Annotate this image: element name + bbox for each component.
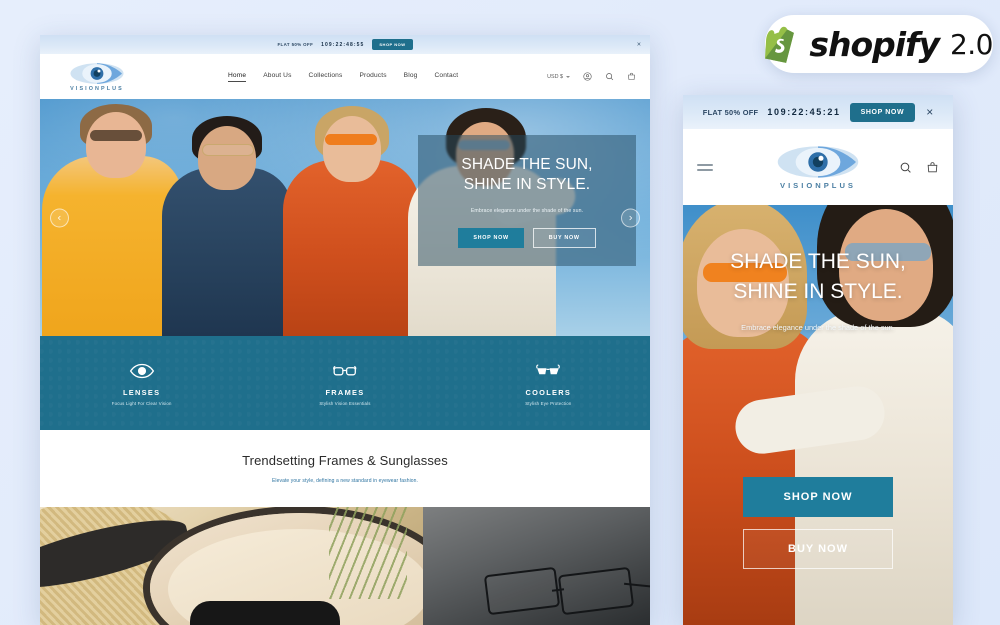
site-header: VISIONPLUS Home About Us Collections Pro… [40,54,650,99]
mobile-preview: FLAT 50% OFF 109:22:45:21 SHOP NOW × VIS… [683,95,953,625]
feature-item-lenses[interactable]: LENSES Focus Light For Clear Vision [40,361,243,406]
hero-person [42,104,182,336]
header-actions: USD $ [547,72,636,81]
mobile-hero-content: SHADE THE SUN, SHINE IN STYLE. Embrace e… [683,247,953,332]
hero-heading-line-1: SHADE THE SUN, [461,156,593,173]
cart-icon[interactable] [926,161,939,174]
mobile-hero-heading: SHADE THE SUN, SHINE IN STYLE. [697,247,939,307]
mobile-hero-cta-group: SHOP NOW BUY NOW [683,477,953,569]
hamburger-menu-icon[interactable] [697,163,713,171]
close-icon[interactable]: × [637,41,641,48]
nav-item-products[interactable]: Products [359,72,386,82]
mobile-logo[interactable]: VISIONPLUS [777,144,859,190]
product-image-sunglasses-case[interactable] [40,507,423,625]
hero-buy-now-button[interactable]: BUY NOW [532,227,596,248]
sunglasses-icon [536,363,561,374]
section-heading: Trendsetting Frames & Sunglasses [242,453,448,468]
hero-banner: SHADE THE SUN, SHINE IN STYLE. Embrace e… [40,99,650,336]
cart-icon[interactable] [627,72,636,81]
mobile-shop-now-button[interactable]: SHOP NOW [849,102,916,122]
nav-item-blog[interactable]: Blog [404,72,418,82]
mobile-header: VISIONPLUS [683,129,953,205]
mobile-hero-subtitle: Embrace elegance under the shade of the … [741,322,895,332]
section-subtitle: Elevate your style, defining a new stand… [271,478,419,484]
mobile-logo-text: VISIONPLUS [780,181,856,190]
eye-icon [777,146,859,178]
shopify-badge: shopify 2.0 [765,15,994,73]
mobile-hero-heading-line-1: SHADE THE SUN, [730,250,906,273]
mobile-header-actions [899,161,939,174]
search-icon[interactable] [605,72,614,81]
feature-item-frames[interactable]: FRAMES Stylish Vision Essentials [243,361,446,406]
hero-person [283,106,419,336]
hero-cta-group: SHOP NOW BUY NOW [434,227,620,248]
account-icon[interactable] [583,72,592,81]
mobile-hero-banner: SHADE THE SUN, SHINE IN STYLE. Embrace e… [683,205,953,625]
eye-icon [129,363,154,378]
arrow-left-icon [57,215,61,220]
close-icon[interactable]: × [926,106,933,118]
feature-description: Stylish Eye Protection [525,400,572,406]
mobile-announcement-text: FLAT 50% OFF [702,107,759,117]
eye-icon [70,62,124,84]
announcement-content: FLAT 50% OFF 109:22:48:55 SHOP NOW [277,39,413,50]
feature-item-coolers[interactable]: COOLERS Stylish Eye Protection [447,361,650,406]
nav-item-contact[interactable]: Contact [434,72,458,82]
mobile-countdown-timer: 109:22:45:21 [767,107,841,117]
hero-person [162,116,292,336]
shopify-bag-icon [765,26,794,63]
nav-item-collections[interactable]: Collections [309,72,343,82]
feature-title: LENSES [122,387,161,397]
hero-content-card: SHADE THE SUN, SHINE IN STYLE. Embrace e… [418,135,636,266]
mobile-hero-shop-now-button[interactable]: SHOP NOW [743,477,893,517]
feature-description: Focus Light For Clear Vision [111,400,172,406]
carousel-prev-button[interactable] [50,208,69,227]
mobile-hero-buy-now-button[interactable]: BUY NOW [743,529,893,569]
mobile-hero-heading-line-2: SHINE IN STYLE. [733,279,903,303]
carousel-next-button[interactable] [621,208,640,227]
search-icon[interactable] [899,161,912,174]
announcement-bar: FLAT 50% OFF 109:22:48:55 SHOP NOW × [40,35,650,54]
feature-description: Stylish Vision Essentials [319,400,371,406]
nav-item-about-us[interactable]: About Us [263,72,291,82]
announcement-text: FLAT 50% OFF [277,42,314,47]
eyeglasses-icon [333,365,357,375]
chevron-down-icon [566,75,570,78]
arrow-right-icon [629,215,633,220]
currency-selector[interactable]: USD $ [547,74,570,80]
product-image-eyeglasses[interactable] [423,507,650,625]
logo[interactable]: VISIONPLUS [54,62,140,92]
shopify-wordmark: shopify [809,24,940,64]
hero-heading: SHADE THE SUN, SHINE IN STYLE. [434,155,620,196]
currency-label: USD $ [547,73,563,80]
hero-person [795,205,953,625]
main-navigation: Home About Us Collections Products Blog … [228,72,458,82]
hero-subtitle: Embrace elegance under the shade of the … [470,207,584,214]
shopify-version: 2.0 [949,27,994,61]
logo-text: VISIONPLUS [70,85,124,92]
mobile-announcement-bar: FLAT 50% OFF 109:22:45:21 SHOP NOW × [683,95,953,129]
feature-title: FRAMES [325,387,365,397]
hero-heading-line-2: SHINE IN STYLE. [463,176,591,194]
features-band: LENSES Focus Light For Clear Vision FRAM… [40,336,650,430]
nav-item-home[interactable]: Home [228,72,247,82]
hero-shop-now-button[interactable]: SHOP NOW [458,227,524,248]
trending-section: Trendsetting Frames & Sunglasses Elevate… [40,430,650,507]
desktop-preview: FLAT 50% OFF 109:22:48:55 SHOP NOW × VIS… [40,35,650,625]
countdown-timer: 109:22:48:55 [321,41,365,48]
feature-title: COOLERS [525,387,572,397]
announcement-shop-now-button[interactable]: SHOP NOW [372,39,413,50]
product-image-strip [40,507,650,625]
